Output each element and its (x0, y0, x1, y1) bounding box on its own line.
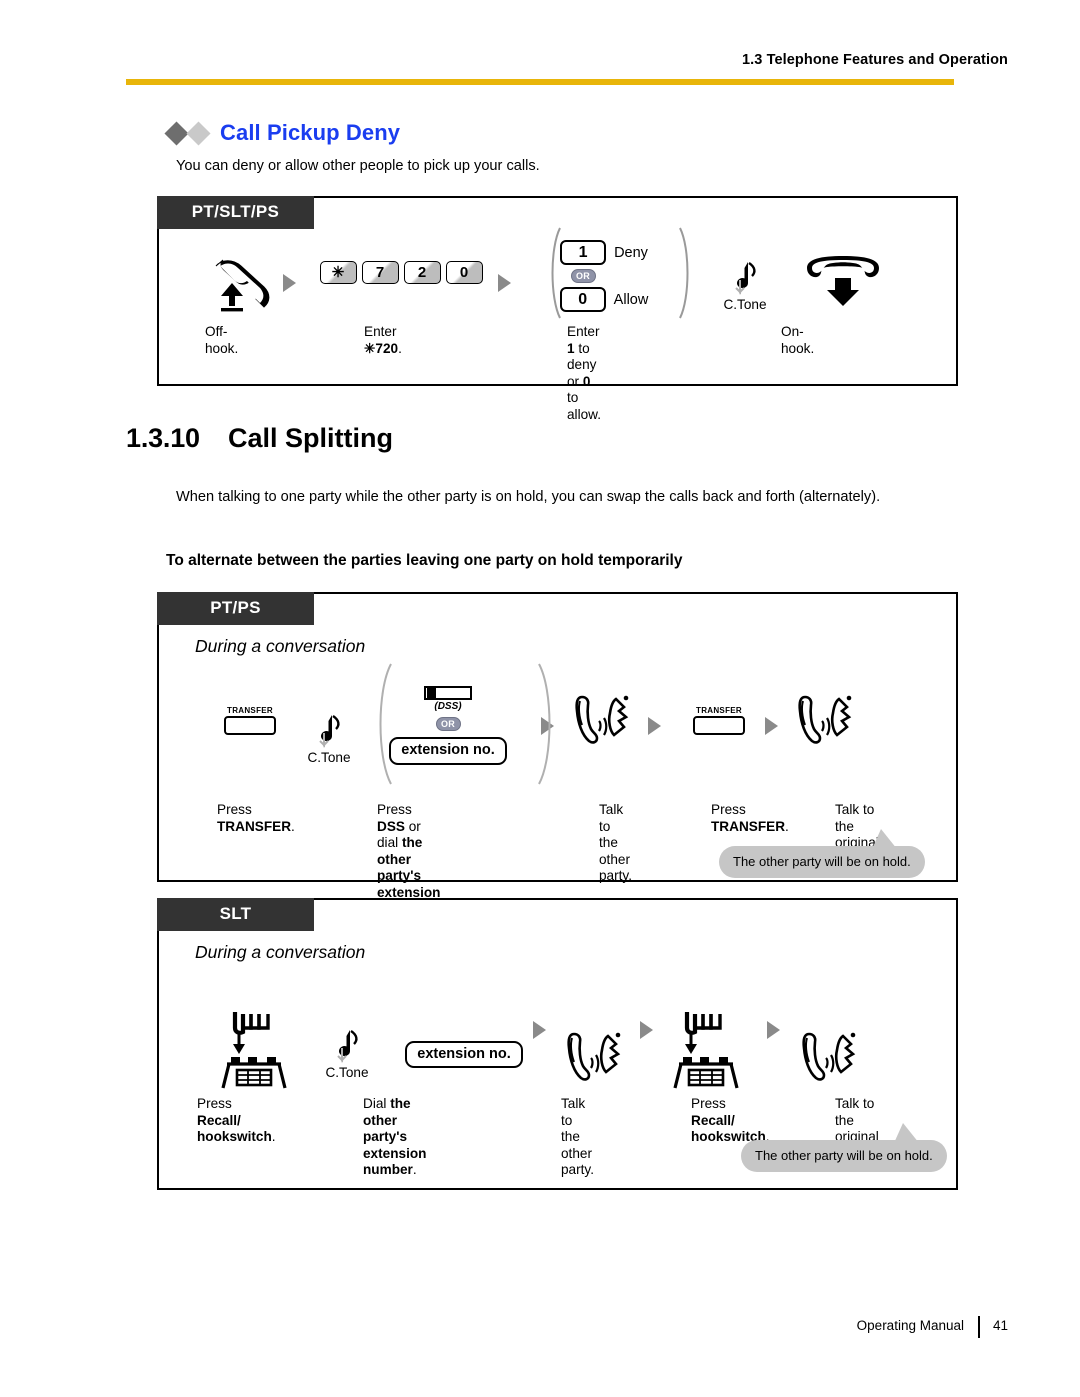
caption-deny-allow: Enter 1 to deny or 0 to allow. (567, 324, 602, 422)
transfer-key-2[interactable]: TRANSFER (693, 706, 745, 735)
step-press-hookswitch-2 (663, 1008, 755, 1094)
step-row-pt-ps: TRANSFER C.Tone (DSS) OR extension no. T… (207, 663, 868, 785)
flow-arrow-6 (533, 988, 546, 1094)
caption-press-hookswitch-1: Press Recall/ hookswitch. (197, 1096, 276, 1145)
step-press-transfer-1: TRANSFER (207, 706, 293, 765)
during-label-slt: During a conversation (195, 942, 366, 962)
hookswitch-icon (221, 1012, 287, 1089)
handset-talking-icon (798, 695, 852, 744)
step-enter-code: ✳ 7 2 0 (296, 261, 506, 312)
step-press-transfer-2: TRANSFER (673, 706, 765, 765)
step-talk-original-party-2 (792, 1028, 872, 1094)
transfer-key-label-2: TRANSFER (696, 705, 742, 715)
transfer-key-1[interactable]: TRANSFER (224, 706, 276, 735)
step-row-pickup-deny: ✳ 7 2 0 1 Deny OR 0 Allow C.Tone (195, 227, 893, 319)
step-talk-other-party-1 (562, 691, 648, 765)
keypad-code: ✳ 7 2 0 (319, 261, 483, 284)
caption-enter-code: Enter ✳720. (364, 324, 402, 356)
ctone-label-3: C.Tone (325, 1065, 369, 1080)
step-row-slt: C.Tone extension no. (207, 988, 872, 1094)
flow-arrow-1 (283, 254, 296, 312)
diagram-box-pt-slt-ps: PT/SLT/PS ✳ 7 2 0 1 Deny OR 0 Allow C.To… (157, 196, 958, 422)
step-offhook (195, 254, 283, 312)
diamond-light-icon (186, 120, 211, 146)
document-page: 1.3 Telephone Features and Operation Cal… (0, 0, 1080, 1397)
caption-press-transfer-2: Press TRANSFER. (711, 802, 789, 834)
handset-talking-icon (567, 1032, 621, 1081)
footer-manual-label: Operating Manual (856, 1318, 964, 1333)
hookswitch-icon (673, 1012, 739, 1089)
section-number: 1.3.10 (126, 423, 200, 453)
ctone-label-2: C.Tone (307, 749, 351, 765)
section-body-text: When talking to one party while the othe… (176, 489, 881, 505)
music-note-icon (735, 262, 756, 295)
caption-dial-extension-slt: Dial the other party's extension number. (363, 1096, 427, 1178)
hold-note-bubble-pt-ps: The other party will be on hold. (719, 829, 925, 878)
header-rule (126, 79, 954, 85)
or-group-brackets-icon (551, 227, 689, 319)
dss-or-group: (DSS) OR extension no. (379, 663, 551, 785)
feature-title: Call Pickup Deny (164, 120, 401, 146)
flow-arrow-7 (640, 988, 653, 1094)
step-onhook (793, 254, 893, 312)
during-label-pt-ps: During a conversation (195, 636, 366, 656)
footer-page-number: 41 (992, 1318, 1008, 1333)
feature-title-text: Call Pickup Deny (220, 120, 401, 145)
music-note-icon (337, 1030, 358, 1063)
key-star[interactable]: ✳ (319, 261, 357, 284)
transfer-key-label-1: TRANSFER (227, 705, 273, 715)
diamond-dark-icon (164, 120, 189, 146)
handset-talking-icon (575, 695, 629, 744)
music-note-icon (319, 714, 340, 748)
handset-onhook-icon (807, 256, 879, 306)
step-talk-original-party-1 (788, 691, 868, 765)
handset-offhook-icon (215, 259, 270, 312)
caption-press-hookswitch-2: Press Recall/ hookswitch. (691, 1096, 770, 1145)
feature-lead-text: You can deny or allow other people to pi… (176, 158, 540, 174)
step-ctone-slt: C.Tone (299, 1028, 395, 1094)
key-7[interactable]: 7 (361, 261, 399, 284)
section-subheading: To alternate between the parties leaving… (166, 552, 683, 569)
caption-talk-other-1: Talk to the other party. (599, 802, 632, 884)
caption-press-transfer-1: Press TRANSFER. (217, 802, 295, 834)
ctone-group-1: C.Tone (723, 260, 767, 312)
key-2[interactable]: 2 (403, 261, 441, 284)
or-group: 1 Deny OR 0 Allow (551, 227, 689, 319)
step-deny-allow: 1 Deny OR 0 Allow (529, 227, 689, 319)
handset-talking-icon (802, 1032, 856, 1081)
flow-arrow-4 (648, 687, 661, 765)
ctone-group-2: C.Tone (307, 713, 351, 765)
or-group-brackets-icon (379, 663, 551, 785)
step-ctone-pt-ps: C.Tone (287, 713, 371, 765)
ctone-group-3: C.Tone (325, 1028, 369, 1080)
step-dss-or-extension: (DSS) OR extension no. (373, 663, 551, 785)
extension-no-pill-slt[interactable]: extension no. (405, 1040, 523, 1068)
running-head: 1.3 Telephone Features and Operation (741, 52, 1008, 68)
section-title: Call Splitting (228, 423, 393, 453)
caption-onhook: On-hook. (781, 324, 815, 356)
step-press-hookswitch-1 (207, 1008, 307, 1094)
hold-note-bubble-slt: The other party will be on hold. (741, 1123, 947, 1172)
caption-offhook: Off-hook. (205, 324, 239, 356)
diagram-box-pt-ps: PT/PS During a conversation TRANSFER C.T… (157, 592, 958, 916)
step-confirmation-tone: C.Tone (697, 260, 793, 312)
key-0[interactable]: 0 (445, 261, 483, 284)
step-dial-extension-slt: extension no. (395, 1040, 533, 1095)
flow-arrow-8 (767, 988, 780, 1094)
caption-talk-other-2: Talk to the other party. (561, 1096, 594, 1178)
step-talk-other-party-2 (554, 1028, 640, 1094)
diagram-box-slt: SLT During a conversation C.Tone extensi… (157, 898, 958, 1190)
flow-arrow-5 (765, 687, 778, 765)
ctone-label-1: C.Tone (723, 297, 767, 312)
footer-divider (978, 1316, 980, 1338)
